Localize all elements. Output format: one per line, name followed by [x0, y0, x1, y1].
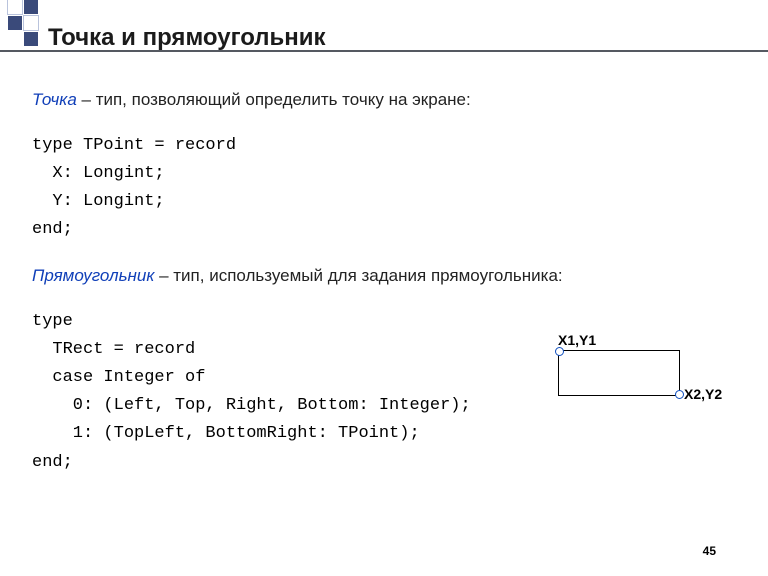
- point-term: Точка: [32, 90, 77, 109]
- rect-term: Прямоугольник: [32, 266, 154, 285]
- rect-definition: Прямоугольник – тип, используемый для за…: [32, 262, 736, 290]
- rect-desc: – тип, используемый для задания прямоуго…: [154, 266, 562, 285]
- rectangle-diagram: X1,Y1 X2,Y2: [548, 332, 698, 402]
- page-number: 45: [703, 544, 716, 558]
- corner-label-topleft: X1,Y1: [558, 332, 596, 348]
- diagram-rect: [558, 350, 680, 396]
- point-topleft: [555, 347, 564, 356]
- point-code-block: type TPoint = record X: Longint; Y: Long…: [32, 132, 736, 244]
- corner-decoration: [8, 0, 38, 46]
- point-definition: Точка – тип, позволяющий определить точк…: [32, 86, 736, 114]
- point-desc: – тип, позволяющий определить точку на э…: [77, 90, 471, 109]
- point-bottomright: [675, 390, 684, 399]
- slide-content: Точка – тип, позволяющий определить точк…: [32, 86, 736, 477]
- corner-label-bottomright: X2,Y2: [684, 386, 722, 402]
- slide-title: Точка и прямоугольник: [48, 24, 326, 52]
